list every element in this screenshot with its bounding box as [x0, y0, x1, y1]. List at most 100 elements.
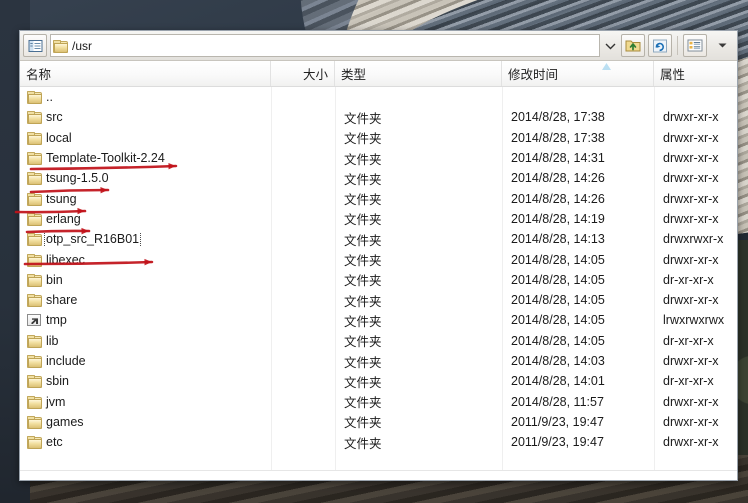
folder-icon [27, 233, 42, 247]
path-input[interactable]: /usr [50, 34, 600, 57]
cell-attributes: drwxr-xr-x [663, 110, 719, 125]
cell-name: jvm [20, 395, 271, 409]
cell-modified-time: 2014/8/28, 14:13 [511, 232, 605, 247]
cell-attributes: drwxr-xr-x [663, 435, 719, 450]
file-manager-window: /usr 名称 大小 类型 修改时间 属性 .. src 文件夹 2014/8/… [19, 30, 738, 481]
cell-type: 文件夹 [344, 355, 382, 370]
table-row[interactable]: local 文件夹 2014/8/28, 17:38 drwxr-xr-x [20, 128, 737, 148]
table-row[interactable]: otp_src_R16B01 文件夹 2014/8/28, 14:13 drwxrwx… [20, 229, 737, 249]
file-name-label: tmp [46, 313, 67, 328]
symlink-icon [27, 314, 41, 327]
cell-attributes: dr-xr-xr-x [663, 272, 714, 287]
table-row[interactable]: libexec 文件夹 2014/8/28, 14:05 drwxr-xr-x [20, 249, 737, 269]
cell-name: tsung [20, 192, 271, 206]
up-folder-icon[interactable] [621, 34, 645, 57]
address-toolbar: /usr [20, 31, 737, 61]
file-name-label: libexec [46, 252, 85, 267]
file-name-label: share [46, 293, 78, 308]
cell-name: etc [20, 435, 271, 450]
column-header-type[interactable]: 类型 [335, 61, 502, 86]
column-header-modified-time[interactable]: 修改时间 [502, 61, 654, 86]
table-row[interactable]: erlang 文件夹 2014/8/28, 14:19 drwxr-xr-x [20, 209, 737, 229]
column-header-size[interactable]: 大小 [271, 61, 335, 86]
desktop-background: /usr 名称 大小 类型 修改时间 属性 .. src 文件夹 2014/8/… [0, 0, 748, 503]
cell-modified-time: 2014/8/28, 14:05 [511, 252, 605, 267]
cell-attributes: drwxr-xr-x [663, 252, 719, 267]
cell-modified-time: 2014/8/28, 14:26 [511, 191, 605, 206]
folder-icon [27, 294, 42, 308]
folder-icon [27, 91, 42, 105]
cell-name: lib [20, 334, 271, 348]
cell-type: 文件夹 [344, 314, 382, 329]
cell-type: 文件夹 [344, 375, 382, 390]
view-options-chevron-down-icon[interactable] [710, 34, 734, 57]
cell-modified-time: 2014/8/28, 14:01 [511, 374, 605, 389]
cell-type: 文件夹 [344, 416, 382, 431]
table-row[interactable]: include 文件夹 2014/8/28, 14:03 drwxr-xr-x [20, 351, 737, 371]
cell-type: 文件夹 [344, 254, 382, 269]
file-name-label: local [46, 130, 72, 145]
cell-modified-time: 2014/8/28, 14:05 [511, 333, 605, 348]
table-row[interactable]: sbin 文件夹 2014/8/28, 14:01 dr-xr-xr-x [20, 371, 737, 391]
file-name-label: lib [46, 333, 59, 348]
cell-modified-time: 2014/8/28, 14:05 [511, 272, 605, 287]
table-row[interactable]: tmp 文件夹 2014/8/28, 14:05 lrwxrwxrwx [20, 310, 737, 330]
cell-attributes: drwxr-xr-x [663, 394, 719, 409]
chevron-down-icon[interactable] [603, 42, 618, 50]
file-name-label: otp_src_R16B01 [43, 232, 142, 247]
cell-attributes: drwxr-xr-x [663, 354, 719, 368]
cell-attributes: drwxr-xr-x [663, 414, 719, 429]
column-header-attributes[interactable]: 属性 [654, 61, 737, 86]
cell-modified-time: 2014/8/28, 17:38 [511, 110, 605, 125]
table-row[interactable]: Template-Toolkit-2.24 文件夹 2014/8/28, 14:31… [20, 148, 737, 168]
table-row[interactable]: games 文件夹 2011/9/23, 19:47 drwxr-xr-x [20, 412, 737, 432]
cell-attributes: drwxr-xr-x [663, 191, 719, 206]
cell-type: 文件夹 [344, 152, 382, 167]
table-row[interactable]: src 文件夹 2014/8/28, 17:38 drwxr-xr-x [20, 107, 737, 127]
table-row[interactable]: jvm 文件夹 2014/8/28, 11:57 drwxr-xr-x [20, 391, 737, 411]
table-row[interactable]: lib 文件夹 2014/8/28, 14:05 dr-xr-xr-x [20, 331, 737, 351]
folder-icon [27, 131, 42, 145]
table-row[interactable]: share 文件夹 2014/8/28, 14:05 drwxr-xr-x [20, 290, 737, 310]
view-options-icon[interactable] [683, 34, 707, 57]
cell-type: 文件夹 [344, 132, 382, 147]
column-header-row: 名称 大小 类型 修改时间 属性 [20, 61, 737, 87]
table-row[interactable]: tsung-1.5.0 文件夹 2014/8/28, 14:26 drwxr-xr-x [20, 168, 737, 188]
layout-panel-icon[interactable] [23, 34, 47, 57]
cell-modified-time: 2014/8/28, 14:05 [511, 313, 605, 328]
refresh-icon[interactable] [648, 34, 672, 57]
cell-attributes: dr-xr-xr-x [663, 333, 714, 348]
column-header-name[interactable]: 名称 [20, 61, 271, 86]
file-list[interactable]: .. src 文件夹 2014/8/28, 17:38 drwxr-xr-x local 文… [20, 87, 737, 470]
cell-name: share [20, 293, 271, 308]
cell-type: 文件夹 [344, 172, 382, 187]
table-row[interactable]: tsung 文件夹 2014/8/28, 14:26 drwxr-xr-x [20, 188, 737, 208]
table-row[interactable]: .. [20, 87, 737, 107]
folder-icon [27, 212, 42, 226]
cell-attributes: lrwxrwxrwx [663, 313, 725, 328]
cell-modified-time: 2014/8/28, 14:31 [511, 151, 605, 166]
cell-modified-time: 2014/8/28, 14:03 [511, 354, 605, 368]
folder-icon [27, 172, 42, 186]
cell-type: 文件夹 [344, 111, 382, 126]
cell-name: otp_src_R16B01 [20, 232, 271, 247]
toolbar-divider [677, 36, 678, 55]
file-name-label: bin [46, 272, 63, 287]
folder-icon [27, 152, 42, 166]
cell-attributes: drwxr-xr-x [663, 171, 719, 186]
table-row[interactable]: bin 文件夹 2014/8/28, 14:05 dr-xr-xr-x [20, 270, 737, 290]
file-name-label: jvm [46, 394, 66, 409]
status-strip [20, 470, 737, 480]
file-name-label: include [46, 354, 86, 368]
cell-name: .. [20, 90, 271, 105]
table-row[interactable]: etc 文件夹 2011/9/23, 19:47 drwxr-xr-x [20, 432, 737, 452]
cell-attributes: drwxr-xr-x [663, 151, 719, 166]
cell-name: games [20, 415, 271, 429]
cell-attributes: dr-xr-xr-x [663, 374, 714, 389]
folder-icon [53, 39, 68, 53]
cell-name: erlang [20, 212, 271, 226]
cell-type: 文件夹 [344, 335, 382, 350]
cell-type: 文件夹 [344, 436, 382, 451]
cell-modified-time: 2011/9/23, 19:47 [511, 435, 604, 450]
folder-icon [27, 334, 42, 348]
